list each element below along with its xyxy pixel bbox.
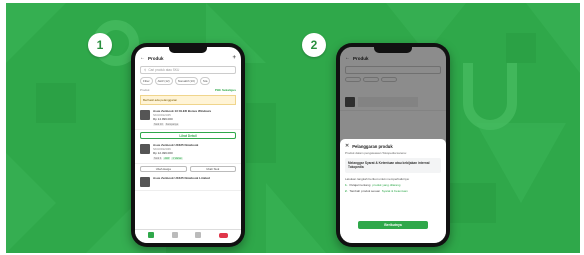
product-count-row: Produk Pilih Sekaligus [135,85,241,93]
phone-notch [374,47,412,53]
prohibited-products-link[interactable]: produk yang dilarang [372,183,400,187]
next-button[interactable]: Berikutnya [358,221,428,229]
step-1-badge: 1 [88,33,112,57]
product-thumbnail [140,144,150,155]
app-title: Produk [148,55,164,61]
filter-chip[interactable]: Nonaktif (10) [174,77,198,85]
product-price: Rp 12.499.000 [153,150,173,155]
home-icon[interactable] [147,232,154,238]
campaign-tag: Kampanye [164,122,180,127]
filter-chip[interactable]: Filter [140,77,153,85]
step-number: 2. [345,188,348,193]
step-2-badge: 2 [302,33,326,57]
change-price-button[interactable]: Ubah Harga [140,166,187,173]
phone-2: ← Produk ✕ Pelanggaran produk Produk dal… [336,43,450,247]
stock-tag: Stok 10 [153,122,164,127]
stock-tag: Stok 4 [153,156,163,161]
phone-notch [169,47,207,53]
product-price: Rp 14.999.000 [153,116,173,121]
terms-link[interactable]: Syarat & Ketentuan [382,189,408,193]
filter-chip[interactable]: Aktif (12) [154,77,173,85]
list-item[interactable]: Asus Zenbook UX425 Notebook Limited [135,174,241,192]
phone-1-screen: ← Produk + ⚲ Cari produk atau SKU Filter… [135,47,241,243]
step-text: Pelajari tentang [349,182,371,187]
search-icon: ⚲ [144,68,147,72]
variant-tag: 1 Varian [171,156,183,161]
product-action-row: Ubah Harga Ubah Stok [135,164,241,174]
violation-reason: Melanggar Syarat & Ketentuan atau kebija… [345,158,441,173]
filter-chip[interactable]: Sta [199,77,211,85]
violation-bottom-sheet: ✕ Pelanggaran produk Produk dalam pengaw… [340,139,446,243]
search-placeholder: Cari produk atau SKU [148,68,180,72]
feed-icon[interactable] [219,232,229,238]
product-icon[interactable] [171,232,178,238]
step-text: Tambah produk sesuai [349,188,380,193]
list-item[interactable]: Asus Zenbook UX325 Notebook SKU0012346 R… [135,141,241,165]
product-thumbnail [140,177,150,188]
close-icon[interactable]: ✕ [345,143,349,149]
step-number: 1. [345,182,348,187]
sheet-title: Pelanggaran produk [352,143,393,149]
banner: 1 2 ← Produk + ⚲ Cari produk atau SKU Fi… [6,3,580,253]
add-icon[interactable]: + [232,55,236,61]
select-all-link[interactable]: Pilih Sekaligus [215,88,236,92]
search-input[interactable]: ⚲ Cari produk atau SKU [140,66,236,74]
product-count-label: Produk [140,88,150,92]
phone-2-screen: ← Produk ✕ Pelanggaran produk Produk dal… [340,47,446,243]
change-stock-button[interactable]: Ubah Stok [189,166,236,173]
bottom-nav [135,229,241,243]
list-item[interactable]: Asus Zenbook 13 OLED Bonus Windows SKU00… [135,107,241,131]
view-detail-button[interactable]: Lihat Detail [140,132,236,140]
sheet-instructions: Lakukan langkah berikut untuk memperbaik… [345,176,410,181]
sheet-subtitle: Produk dalam pengawasan Tokopedia karena… [345,151,407,155]
chat-icon[interactable] [195,232,202,238]
product-thumbnail [140,110,150,120]
product-name: Asus Zenbook UX425 Notebook Limited [153,176,210,181]
status-badge: Aktif [163,156,171,161]
violation-alert: Berhasil ada pelanggaran [140,95,236,105]
back-arrow-icon[interactable]: ← [140,55,145,61]
filter-bar: Filter Aktif (12) Nonaktif (10) Sta [135,77,241,85]
instruction-step: 1. Pelajari tentang produk yang dilarang [345,183,441,187]
instruction-step: 2. Tambah produk sesuai Syarat & Ketentu… [345,189,441,193]
phone-1: ← Produk + ⚲ Cari produk atau SKU Filter… [131,43,245,247]
